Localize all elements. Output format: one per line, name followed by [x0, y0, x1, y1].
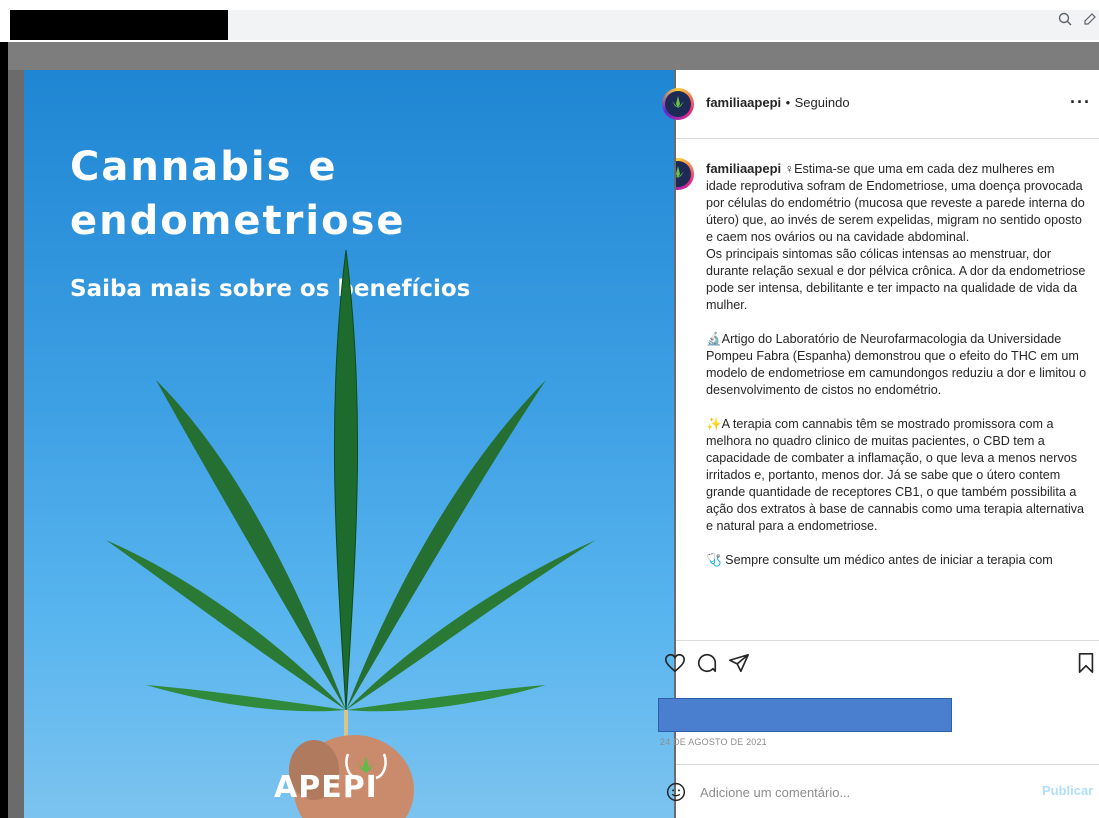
left-edge	[0, 42, 8, 818]
avatar-leaf-icon	[676, 161, 691, 187]
divider	[676, 640, 1099, 641]
bookmark-icon[interactable]	[1076, 652, 1096, 679]
publish-button[interactable]: Publicar	[1042, 783, 1093, 798]
more-icon[interactable]: ···	[1070, 92, 1091, 113]
address-bar[interactable]	[228, 10, 1099, 40]
browser-toolbar	[0, 0, 1099, 42]
brand-leaf-icon	[344, 750, 388, 785]
emoji-icon[interactable]	[666, 782, 686, 807]
backdrop-page-strip	[8, 42, 1099, 70]
following-button[interactable]: Seguindo	[795, 95, 850, 110]
header-username[interactable]: familiaapepi	[706, 95, 781, 110]
comment-input[interactable]	[698, 776, 1022, 808]
caption-text-block: familiaapepi ♀Estima-se que uma em cada …	[706, 160, 1088, 569]
share-icon[interactable]	[728, 652, 750, 679]
caption-area[interactable]: familiaapepi ♀Estima-se que uma em cada …	[676, 152, 1099, 640]
post-date[interactable]: 24 DE AGOSTO DE 2021	[660, 737, 767, 747]
cannabis-leaf-illustration	[106, 249, 596, 818]
caption-avatar[interactable]	[676, 158, 694, 190]
edit-icon[interactable]	[1083, 12, 1097, 30]
divider	[676, 764, 1099, 765]
header-separator: •	[785, 95, 791, 110]
likes-redacted	[658, 698, 952, 732]
avatar[interactable]	[662, 88, 694, 120]
post-image[interactable]: Cannabis e endometriose Saiba mais sobre…	[24, 70, 674, 818]
post-header: familiaapepi • Seguindo	[706, 94, 850, 112]
post-details-panel: familiaapepi • Seguindo ··· familiaapepi…	[658, 70, 1099, 818]
comment-icon[interactable]	[696, 652, 718, 679]
zoom-icon[interactable]	[1058, 12, 1072, 30]
caption-body: ♀Estima-se que uma em cada dez mulheres …	[706, 162, 1087, 567]
divider	[676, 138, 1099, 139]
avatar-leaf-icon	[665, 91, 691, 117]
heart-icon[interactable]	[664, 652, 686, 679]
redacted-area	[10, 10, 228, 40]
caption-username[interactable]: familiaapepi	[706, 161, 781, 176]
